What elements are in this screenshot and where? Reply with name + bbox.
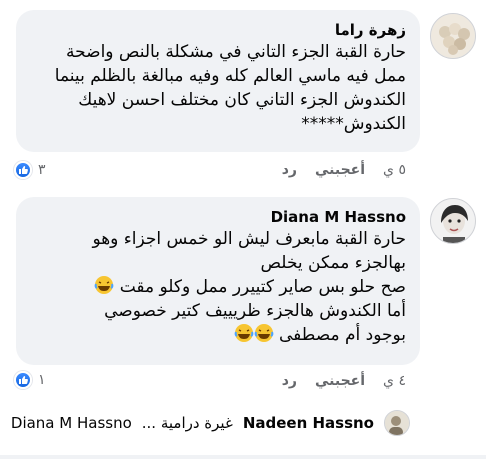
reaction-summary[interactable]: ١ xyxy=(14,371,46,389)
thumbs-up-icon xyxy=(14,371,32,389)
bottom-divider xyxy=(0,455,486,459)
comment-actions: ٥ ي أعجبني رد xyxy=(282,162,406,178)
reply-snippet: غيرة درامية ... xyxy=(141,414,233,432)
comment-line: حارة القبة الجزء التاني في مشكلة بالنص و… xyxy=(66,42,406,62)
reply-avatar xyxy=(384,410,410,436)
comment-line: الكندوش الجزء التاني كان مختلف احسن لاهي… xyxy=(78,90,406,110)
comment-line-text: بوجود أم مصطفى xyxy=(279,325,406,345)
comment-line: أما الكندوش هالجزء ظريييف كتير خصوصي xyxy=(104,301,406,321)
reaction-count: ٣ xyxy=(38,162,46,178)
laughing-emoji-icon xyxy=(94,276,114,294)
comment-text: حارة القبة مابعرف ليش الو خمس اجزاء وهو … xyxy=(30,227,406,347)
reply-button[interactable]: رد xyxy=(282,373,297,389)
like-button[interactable]: أعجبني xyxy=(315,373,365,389)
reaction-count: ١ xyxy=(38,372,46,388)
comment-line-text: صح حلو بس صاير كتييرر ممل وكلو مقت xyxy=(119,277,406,297)
comment-actions: ٤ ي أعجبني رد xyxy=(282,373,406,389)
comment-bubble: زهرة راما حارة القبة الجزء التاني في مشك… xyxy=(16,10,420,152)
comment-line: حارة القبة مابعرف ليش الو خمس اجزاء وهو xyxy=(92,229,406,249)
comment-line: الكندوش***** xyxy=(301,114,406,134)
thumbs-up-icon xyxy=(14,161,32,179)
comment-bubble: Diana M Hassno حارة القبة مابعرف ليش الو… xyxy=(16,197,420,365)
avatar-image xyxy=(431,14,475,58)
reply-button[interactable]: رد xyxy=(282,162,297,178)
comment-author[interactable]: Diana M Hassno xyxy=(30,207,406,227)
comment-time[interactable]: ٤ ي xyxy=(383,373,406,389)
commenter-avatar[interactable] xyxy=(430,198,476,244)
comment-text: حارة القبة الجزء التاني في مشكلة بالنص و… xyxy=(30,40,406,136)
reply-preview[interactable]: Nadeen Hassno غيرة درامية ... Diana M Ha… xyxy=(11,410,410,436)
reply-mention: Diana M Hassno xyxy=(10,414,132,432)
comment-line: صح حلو بس صاير كتييرر ممل وكلو مقت xyxy=(30,275,406,299)
comment-author[interactable]: زهرة راما xyxy=(30,20,406,40)
reaction-summary[interactable]: ٣ xyxy=(14,161,46,179)
like-button[interactable]: أعجبني xyxy=(315,162,365,178)
laughing-emoji-icon xyxy=(234,324,253,342)
avatar-image xyxy=(431,199,475,243)
comment-line: ممل فيه ماسي العالم كله وفيه مبالغة بالظ… xyxy=(54,66,406,86)
commenter-avatar[interactable] xyxy=(430,13,476,59)
laughing-emoji-icon xyxy=(254,324,273,342)
comment-line: بهالجزء ممكن يخلص xyxy=(260,253,406,273)
comment-time[interactable]: ٥ ي xyxy=(383,162,406,178)
comment-line: بوجود أم مصطفى xyxy=(30,323,406,347)
reply-author[interactable]: Nadeen Hassno xyxy=(243,414,374,432)
